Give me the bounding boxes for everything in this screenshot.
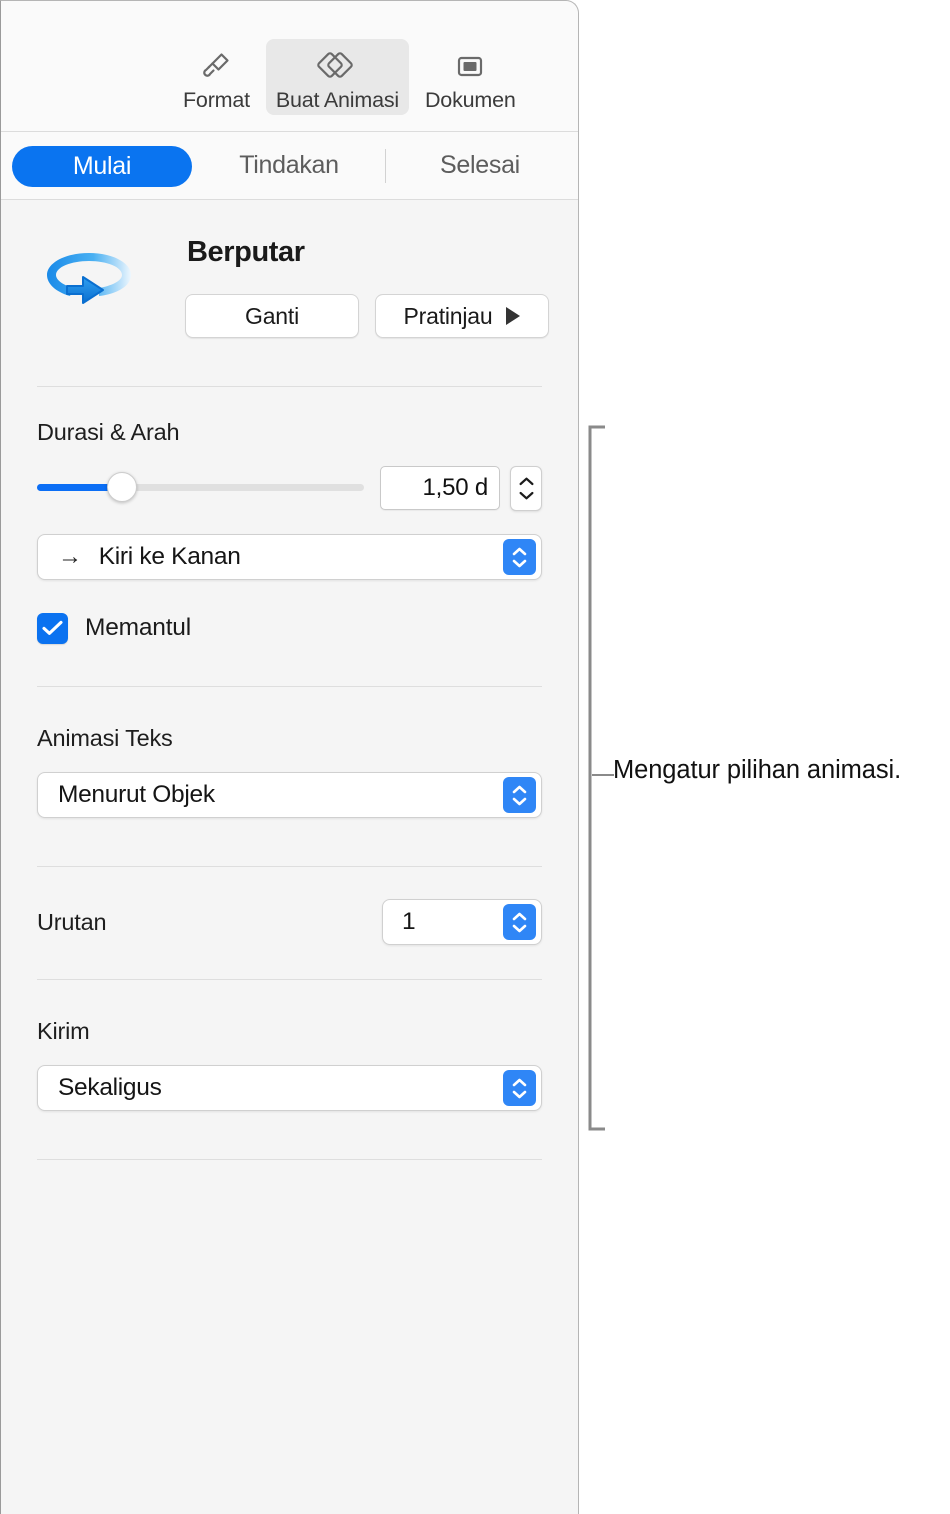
toolbar-item-buat-animasi[interactable]: Buat Animasi xyxy=(265,39,409,115)
rotate-arrow-icon xyxy=(37,237,141,321)
document-frame-icon xyxy=(440,45,500,87)
checkmark-icon xyxy=(42,620,63,635)
callout-bracket xyxy=(588,425,605,1131)
callout-label: Mengatur pilihan animasi. xyxy=(613,756,902,784)
direction-value: Kiri ke Kanan xyxy=(98,543,241,570)
effect-name: Berputar xyxy=(187,236,305,268)
delivery-value: Sekaligus xyxy=(58,1074,162,1101)
chevron-up-icon[interactable] xyxy=(512,1078,527,1087)
delivery-label: Kirim xyxy=(37,1018,90,1044)
order-stepper[interactable] xyxy=(503,904,536,940)
toolbar-label-format: Format xyxy=(183,88,250,112)
toolbar-item-format[interactable]: Format xyxy=(173,39,260,115)
chevron-down-icon[interactable] xyxy=(512,924,527,933)
duration-input[interactable]: 1,50 d xyxy=(380,466,500,510)
slider-thumb[interactable] xyxy=(107,472,137,502)
chevron-down-icon[interactable] xyxy=(512,1090,527,1099)
delivery-stepper[interactable] xyxy=(503,1070,536,1106)
play-icon xyxy=(506,307,521,325)
inspector-content: Berputar Ganti Pratinjau Durasi & Arah 1… xyxy=(1,200,578,1160)
paintbrush-icon xyxy=(186,45,246,87)
tab-tindakan[interactable]: Tindakan xyxy=(204,151,374,180)
text-animation-section: Animasi Teks Menurut Objek xyxy=(1,687,578,818)
text-animation-select[interactable]: Menurut Objek xyxy=(37,772,542,818)
animate-diamonds-icon xyxy=(307,45,367,87)
delivery-section: Kirim Sekaligus xyxy=(1,980,578,1111)
duration-slider[interactable] xyxy=(37,472,364,503)
bounce-checkbox[interactable] xyxy=(37,612,68,644)
duration-stepper[interactable] xyxy=(510,465,542,511)
toolbar-item-dokumen[interactable]: Dokumen xyxy=(415,39,526,115)
tab-separator xyxy=(385,149,386,183)
tab-selesai[interactable]: Selesai xyxy=(402,151,558,180)
effect-summary: Berputar Ganti Pratinjau xyxy=(1,200,578,386)
order-value: 1 xyxy=(402,908,416,935)
toolbar-label-dokumen: Dokumen xyxy=(424,88,516,112)
order-section: Urutan 1 xyxy=(1,867,578,945)
change-effect-button[interactable]: Ganti xyxy=(185,294,359,338)
chevron-down-icon[interactable] xyxy=(512,559,527,568)
animation-stage-tabbar: Mulai Tindakan Selesai xyxy=(1,132,578,200)
toolbar-label-buat-animasi: Buat Animasi xyxy=(275,88,399,112)
tab-mulai[interactable]: Mulai xyxy=(12,146,192,187)
order-input[interactable]: 1 xyxy=(382,899,542,945)
divider-5 xyxy=(37,1159,542,1160)
inspector-toolbar: Format Buat Animasi Dokumen xyxy=(1,1,578,132)
animate-inspector-panel: Format Buat Animasi Dokumen Mulai Tindak… xyxy=(0,0,579,1514)
screenshot-root: Format Buat Animasi Dokumen Mulai Tindak… xyxy=(0,0,950,1514)
duration-section-label: Durasi & Arah xyxy=(37,419,180,445)
slider-fill xyxy=(37,484,115,491)
chevron-up-icon[interactable] xyxy=(512,912,527,921)
chevron-up-icon[interactable] xyxy=(512,785,527,794)
chevron-up-icon[interactable] xyxy=(519,477,534,486)
duration-direction-section: Durasi & Arah 1,50 d → Kiri ke Kanan Mem… xyxy=(1,387,578,652)
chevron-up-icon[interactable] xyxy=(512,547,527,556)
chevron-down-icon[interactable] xyxy=(512,797,527,806)
text-animation-stepper[interactable] xyxy=(503,777,536,813)
text-animation-label: Animasi Teks xyxy=(37,725,173,751)
preview-button-label: Pratinjau xyxy=(403,302,493,329)
arrow-right-icon: → xyxy=(58,543,82,570)
chevron-down-icon[interactable] xyxy=(519,491,534,500)
callout-leader-line xyxy=(592,774,614,776)
order-label: Urutan xyxy=(37,908,107,935)
direction-stepper[interactable] xyxy=(503,539,536,575)
direction-select[interactable]: → Kiri ke Kanan xyxy=(37,534,542,580)
preview-button[interactable]: Pratinjau xyxy=(375,294,549,338)
delivery-select[interactable]: Sekaligus xyxy=(37,1065,542,1111)
text-animation-value: Menurut Objek xyxy=(58,781,215,808)
bounce-label: Memantul xyxy=(85,614,191,641)
